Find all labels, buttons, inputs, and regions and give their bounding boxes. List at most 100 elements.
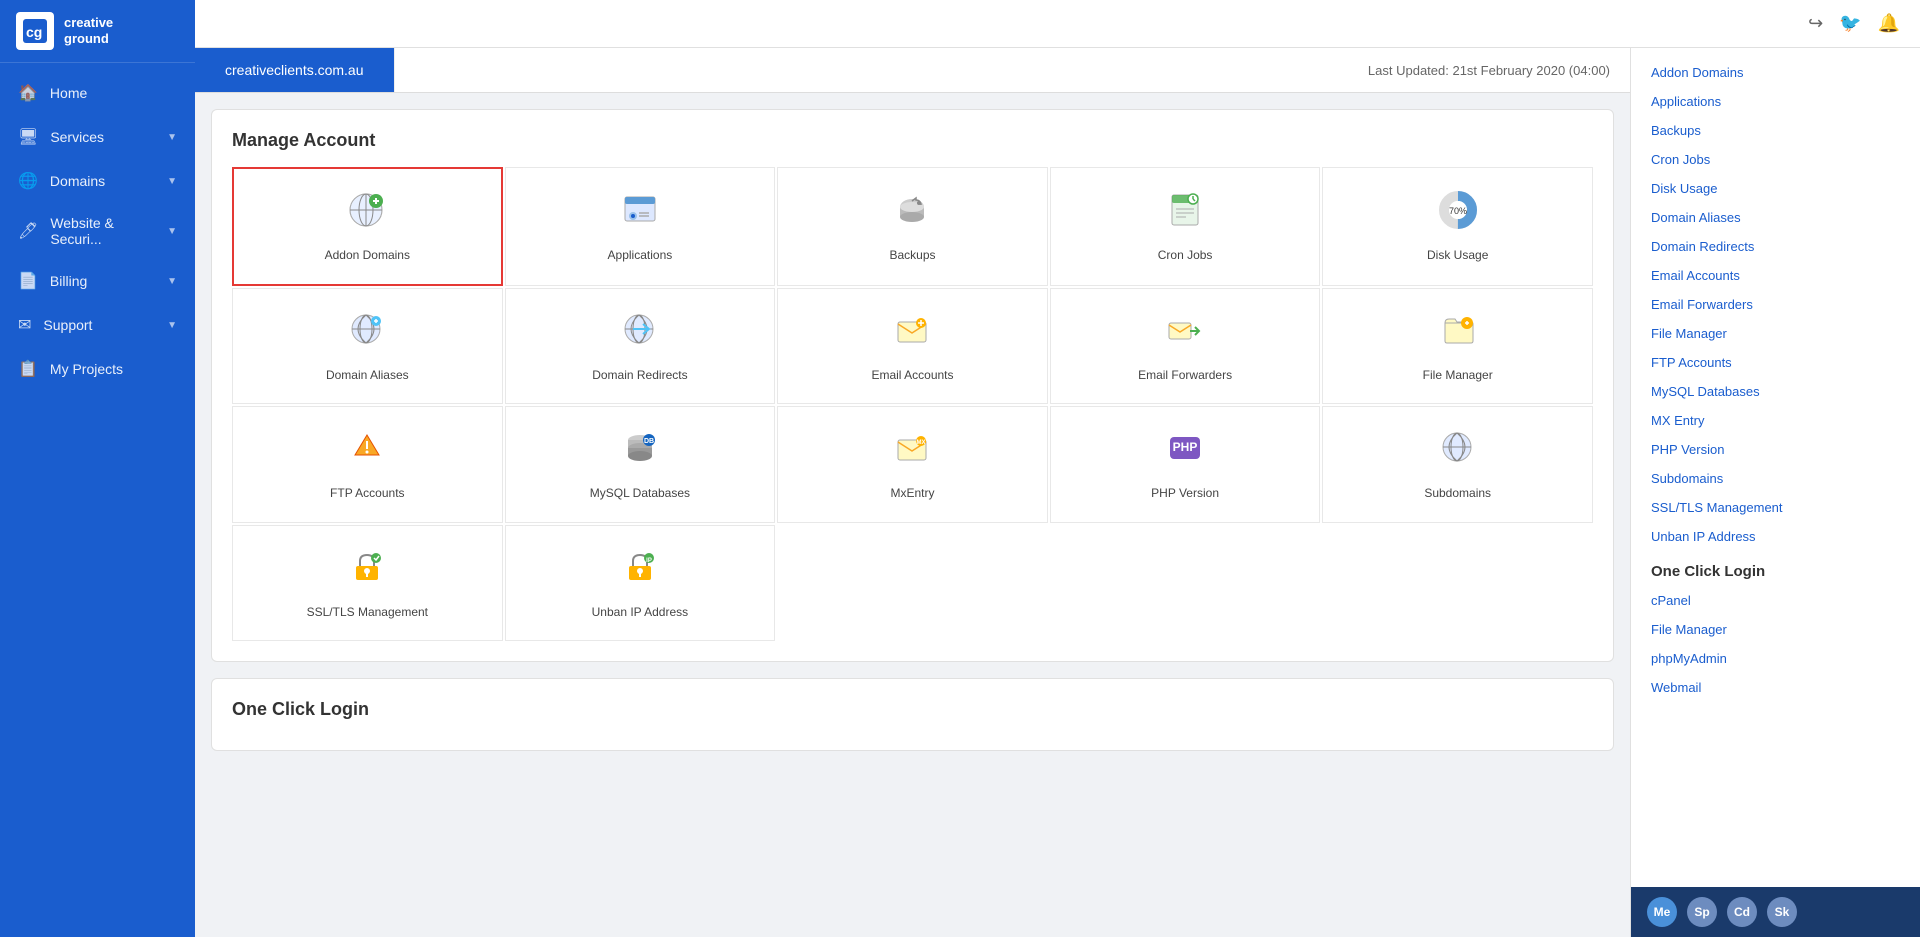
php-version-icon: PHP	[1164, 427, 1206, 478]
sidebar-item-support[interactable]: ✉ Support ▼	[0, 303, 195, 347]
notification-icon[interactable]: 🔔	[1878, 13, 1900, 34]
backups-cell[interactable]: Backups	[777, 167, 1048, 286]
mxentry-label: MxEntry	[890, 486, 934, 502]
svg-text:MX: MX	[917, 440, 926, 446]
support-icon: ✉	[18, 315, 31, 335]
manage-account-title: Manage Account	[232, 130, 1593, 151]
domain-redirects-icon	[619, 309, 661, 360]
chevron-down-icon: ▼	[167, 276, 177, 287]
chevron-down-icon: ▼	[167, 320, 177, 331]
right-link-php-version[interactable]: PHP Version	[1631, 435, 1920, 464]
sidebar-item-services[interactable]: 🖥 Services ▼	[0, 115, 195, 159]
applications-icon	[619, 189, 661, 240]
avatar-me[interactable]: Me	[1647, 897, 1677, 927]
cron-jobs-icon	[1164, 189, 1206, 240]
cron-jobs-cell[interactable]: Cron Jobs	[1050, 167, 1321, 286]
backups-label: Backups	[889, 248, 935, 264]
right-link-domain-redirects[interactable]: Domain Redirects	[1631, 232, 1920, 261]
ftp-accounts-icon	[346, 427, 388, 478]
topbar: ↪ 🐦 🔔	[195, 0, 1920, 48]
mysql-databases-icon: DB	[619, 427, 661, 478]
disk-usage-label: Disk Usage	[1427, 248, 1488, 264]
right-link-ftp-accounts[interactable]: FTP Accounts	[1631, 348, 1920, 377]
right-link-disk-usage[interactable]: Disk Usage	[1631, 174, 1920, 203]
email-accounts-label: Email Accounts	[871, 368, 953, 384]
mxentry-cell[interactable]: MX MxEntry	[777, 406, 1048, 523]
domain-tab-creativeclients[interactable]: creativeclients.com.au	[195, 48, 395, 92]
sidebar-item-domains[interactable]: 🌐 Domains ▼	[0, 159, 195, 203]
sidebar-item-website-label: Website & Securi...	[50, 215, 155, 247]
right-link-unban-ip[interactable]: Unban IP Address	[1631, 522, 1920, 551]
one-click-login-section: One Click Login	[211, 678, 1614, 751]
right-link-file-manager-ocl[interactable]: File Manager	[1631, 615, 1920, 644]
sidebar-item-home[interactable]: 🏠 Home	[0, 71, 195, 115]
brand-name: creative ground	[64, 15, 113, 46]
email-forwarders-label: Email Forwarders	[1138, 368, 1232, 384]
right-link-email-forwarders[interactable]: Email Forwarders	[1631, 290, 1920, 319]
right-link-subdomains[interactable]: Subdomains	[1631, 464, 1920, 493]
mxentry-icon: MX	[891, 427, 933, 478]
ssl-tls-cell[interactable]: SSL/TLS Management	[232, 525, 503, 642]
right-link-backups[interactable]: Backups	[1631, 116, 1920, 145]
home-icon: 🏠	[18, 83, 38, 103]
sidebar-item-billing[interactable]: 📄 Billing ▼	[0, 259, 195, 303]
twitter-icon[interactable]: 🐦	[1839, 13, 1861, 34]
file-manager-cell[interactable]: File Manager	[1322, 288, 1593, 405]
last-updated: Last Updated: 21st February 2020 (04:00)	[1348, 48, 1630, 92]
mysql-databases-cell[interactable]: DB MySQL Databases	[505, 406, 776, 523]
right-link-ssl-tls[interactable]: SSL/TLS Management	[1631, 493, 1920, 522]
sidebar-item-my-projects[interactable]: 📋 My Projects	[0, 347, 195, 391]
avatar-sk[interactable]: Sk	[1767, 897, 1797, 927]
manage-account-grid: Addon Domains	[232, 167, 1593, 641]
unban-ip-label: Unban IP Address	[592, 605, 689, 621]
website-security-icon: 🖊	[18, 221, 38, 241]
right-link-email-accounts[interactable]: Email Accounts	[1631, 261, 1920, 290]
right-link-webmail[interactable]: Webmail	[1631, 673, 1920, 702]
right-link-addon-domains[interactable]: Addon Domains	[1631, 58, 1920, 87]
sidebar-logo: cg creative ground	[0, 0, 195, 63]
file-manager-icon	[1437, 309, 1479, 360]
ftp-accounts-cell[interactable]: FTP Accounts	[232, 406, 503, 523]
main-panel: creativeclients.com.au Last Updated: 21s…	[195, 48, 1630, 937]
right-link-mysql-databases[interactable]: MySQL Databases	[1631, 377, 1920, 406]
sidebar-item-services-label: Services	[50, 129, 104, 145]
backups-icon	[891, 189, 933, 240]
right-link-mx-entry[interactable]: MX Entry	[1631, 406, 1920, 435]
subdomains-cell[interactable]: Subdomains	[1322, 406, 1593, 523]
disk-usage-cell[interactable]: 70% Disk Usage	[1322, 167, 1593, 286]
svg-text:70%: 70%	[1449, 206, 1467, 216]
chevron-down-icon: ▼	[167, 132, 177, 143]
addon-domains-cell[interactable]: Addon Domains	[232, 167, 503, 286]
domain-redirects-label: Domain Redirects	[592, 368, 687, 384]
my-projects-icon: 📋	[18, 359, 38, 379]
domain-redirects-cell[interactable]: Domain Redirects	[505, 288, 776, 405]
right-sidebar: Addon Domains Applications Backups Cron …	[1630, 48, 1920, 937]
content-area: creativeclients.com.au Last Updated: 21s…	[195, 48, 1920, 937]
logo-box: cg	[16, 12, 54, 50]
avatar-sp[interactable]: Sp	[1687, 897, 1717, 927]
share-icon[interactable]: ↪	[1808, 13, 1823, 34]
services-icon: 🖥	[18, 127, 38, 147]
svg-text:PHP: PHP	[1173, 440, 1198, 454]
right-link-cron-jobs[interactable]: Cron Jobs	[1631, 145, 1920, 174]
right-link-domain-aliases[interactable]: Domain Aliases	[1631, 203, 1920, 232]
main-wrapper: ↪ 🐦 🔔 creativeclients.com.au Last Update…	[195, 0, 1920, 937]
right-link-applications[interactable]: Applications	[1631, 87, 1920, 116]
one-click-login-title: One Click Login	[232, 699, 1593, 720]
ssl-tls-icon	[346, 546, 388, 597]
email-accounts-cell[interactable]: Email Accounts	[777, 288, 1048, 405]
right-link-cpanel[interactable]: cPanel	[1631, 586, 1920, 615]
right-link-phpmyadmin[interactable]: phpMyAdmin	[1631, 644, 1920, 673]
php-version-cell[interactable]: PHP PHP Version	[1050, 406, 1321, 523]
sidebar-nav: 🏠 Home 🖥 Services ▼ 🌐 Domains ▼ 🖊 Websit…	[0, 71, 195, 391]
unban-ip-cell[interactable]: IP Unban IP Address	[505, 525, 776, 642]
email-forwarders-cell[interactable]: Email Forwarders	[1050, 288, 1321, 405]
unban-ip-icon: IP	[619, 546, 661, 597]
domain-aliases-cell[interactable]: Domain Aliases	[232, 288, 503, 405]
applications-cell[interactable]: Applications	[505, 167, 776, 286]
sidebar-item-website-security[interactable]: 🖊 Website & Securi... ▼	[0, 203, 195, 259]
avatar-cd[interactable]: Cd	[1727, 897, 1757, 927]
manage-account-section: Manage Account	[211, 109, 1614, 662]
right-link-file-manager[interactable]: File Manager	[1631, 319, 1920, 348]
domain-tab-label: creativeclients.com.au	[225, 62, 364, 78]
